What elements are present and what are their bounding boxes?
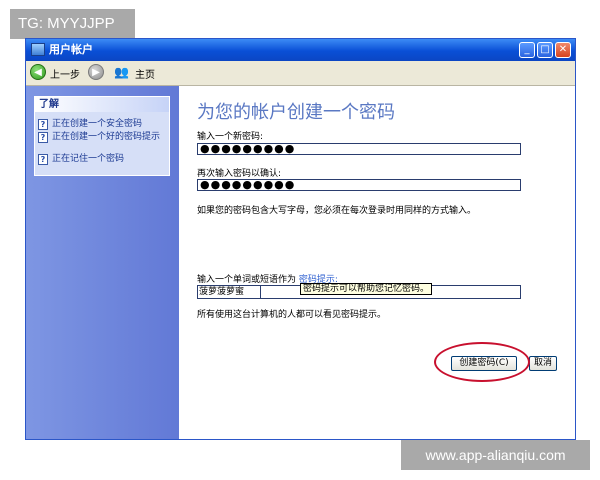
password-hint-label-text: 输入一个单词或短语作为 (197, 275, 297, 285)
cancel-button[interactable]: 取消 (529, 356, 557, 371)
sidebar: 了解 ? 正在创建一个安全密码 ? 正在创建一个好的密码提示 ? 正在记住一个密… (26, 86, 179, 439)
forward-arrow-icon: ▶ (88, 64, 104, 80)
user-accounts-icon (31, 43, 45, 56)
home-button[interactable]: 👥 主页 (114, 64, 174, 82)
case-sensitivity-note: 如果您的密码包含大写字母，您必须在每次登录时用同样的方式输入。 (197, 206, 477, 216)
maximize-icon: □ (540, 44, 550, 55)
maximize-button[interactable]: □ (537, 42, 553, 58)
user-accounts-window: 用户帐户 _ □ ✕ ◀ 上一步 ▶ 👥 主页 了解 ? 正在创建一个安全密码 … (25, 38, 576, 440)
confirm-password-input[interactable]: ●●●●●●●●● (197, 179, 521, 191)
back-label: 上一步 (50, 70, 80, 81)
new-password-input[interactable]: ●●●●●●●●● (197, 143, 521, 155)
learn-about-panel: 了解 ? 正在创建一个安全密码 ? 正在创建一个好的密码提示 ? 正在记住一个密… (34, 96, 170, 176)
sidebar-item-label: 正在创建一个好的密码提示 (52, 132, 161, 142)
password-hint-tooltip: 密码提示可以帮助您记忆密码。 (300, 283, 433, 295)
password-hint-input[interactable]: 菠萝菠萝蜜 (197, 285, 261, 299)
minimize-icon: _ (524, 44, 530, 55)
home-label: 主页 (135, 70, 155, 81)
forward-button[interactable]: ▶ (88, 64, 106, 82)
window-title: 用户帐户 (49, 43, 93, 56)
help-icon: ? (38, 119, 48, 130)
home-users-icon: 👥 (114, 65, 129, 79)
back-arrow-icon: ◀ (30, 64, 46, 80)
back-button[interactable]: ◀ 上一步 (30, 64, 86, 82)
highlight-ring (434, 342, 530, 382)
sidebar-item-label: 正在创建一个安全密码 (52, 119, 143, 129)
page-title: 为您的帐户创建一个密码 (197, 102, 395, 123)
close-button[interactable]: ✕ (555, 42, 571, 58)
help-icon: ? (38, 154, 48, 165)
watermark-top: TG: MYYJJPP (10, 9, 135, 39)
hint-visibility-note: 所有使用这台计算机的人都可以看见密码提示。 (197, 310, 387, 320)
help-icon: ? (38, 132, 48, 143)
main-content: 为您的帐户创建一个密码 输入一个新密码: ●●●●●●●●● 再次输入密码以确认… (179, 86, 575, 439)
panel-title: 了解 (35, 97, 169, 112)
new-password-label: 输入一个新密码: (197, 132, 264, 142)
sidebar-item-label: 正在记住一个密码 (52, 154, 125, 164)
toolbar: ◀ 上一步 ▶ 👥 主页 (26, 61, 575, 86)
close-icon: ✕ (558, 44, 568, 55)
minimize-button[interactable]: _ (519, 42, 535, 58)
watermark-bottom: www.app-alianqiu.com (401, 440, 590, 470)
title-bar[interactable]: 用户帐户 _ □ ✕ (26, 39, 575, 61)
